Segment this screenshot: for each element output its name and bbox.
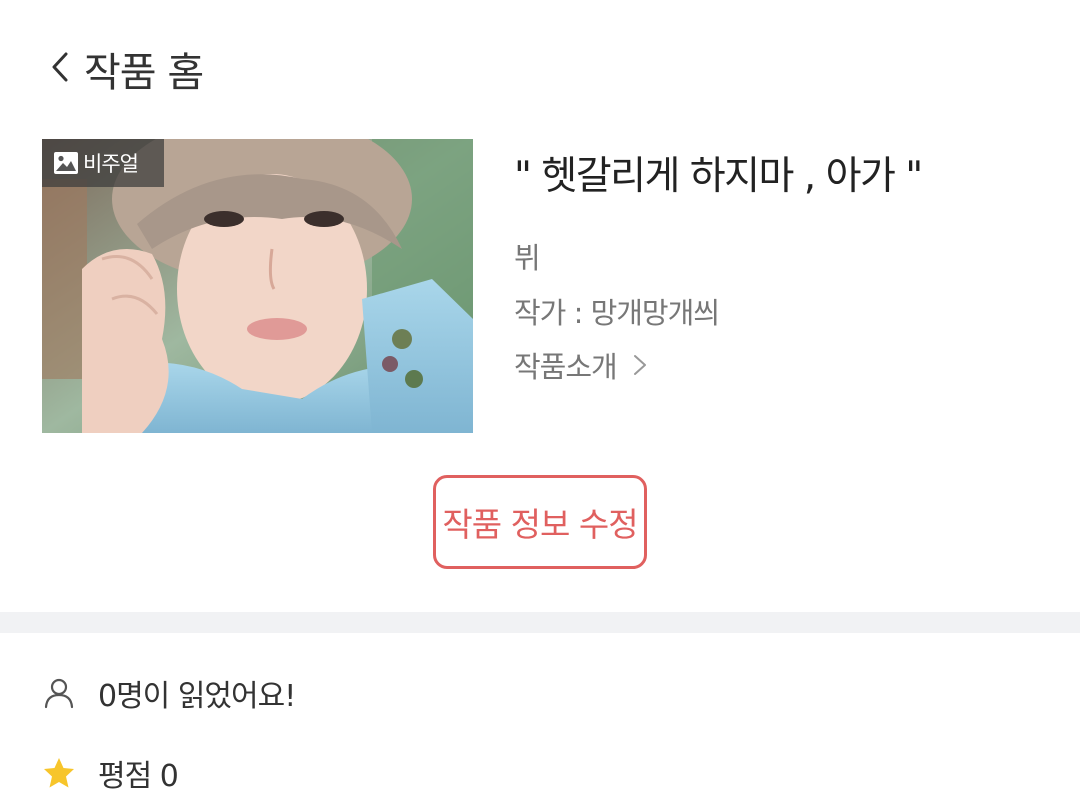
back-button[interactable] (44, 44, 80, 90)
work-cover-image[interactable]: 비주얼 (42, 139, 473, 433)
star-icon (44, 758, 74, 788)
section-divider (0, 612, 1080, 633)
work-subtitle: 뷔 (514, 241, 541, 275)
top-bar: 작품 홈 (0, 0, 1080, 130)
visual-badge-label: 비주얼 (83, 152, 139, 176)
readers-count: 0명이 읽었어요! (98, 679, 296, 714)
work-intro-link[interactable]: 작품소개 (514, 344, 649, 386)
visual-badge: 비주얼 (42, 139, 164, 187)
work-intro-label: 작품소개 (514, 350, 618, 384)
page-title: 작품 홈 (84, 50, 204, 96)
rating-row: 평점 0 (0, 743, 1080, 803)
work-author[interactable]: 작가 : 망개망개씌 (514, 290, 720, 332)
readers-row: 0명이 읽었어요! (0, 663, 1080, 723)
work-title: " 헷갈리게 하지마 , 아가 " (514, 154, 923, 199)
image-icon (54, 152, 78, 174)
chevron-left-icon (52, 52, 68, 82)
rating-value: 평점 0 (98, 759, 179, 794)
chevron-right-icon (633, 355, 646, 375)
person-icon (44, 678, 74, 709)
edit-work-info-button[interactable]: 작품 정보 수정 (433, 475, 647, 569)
